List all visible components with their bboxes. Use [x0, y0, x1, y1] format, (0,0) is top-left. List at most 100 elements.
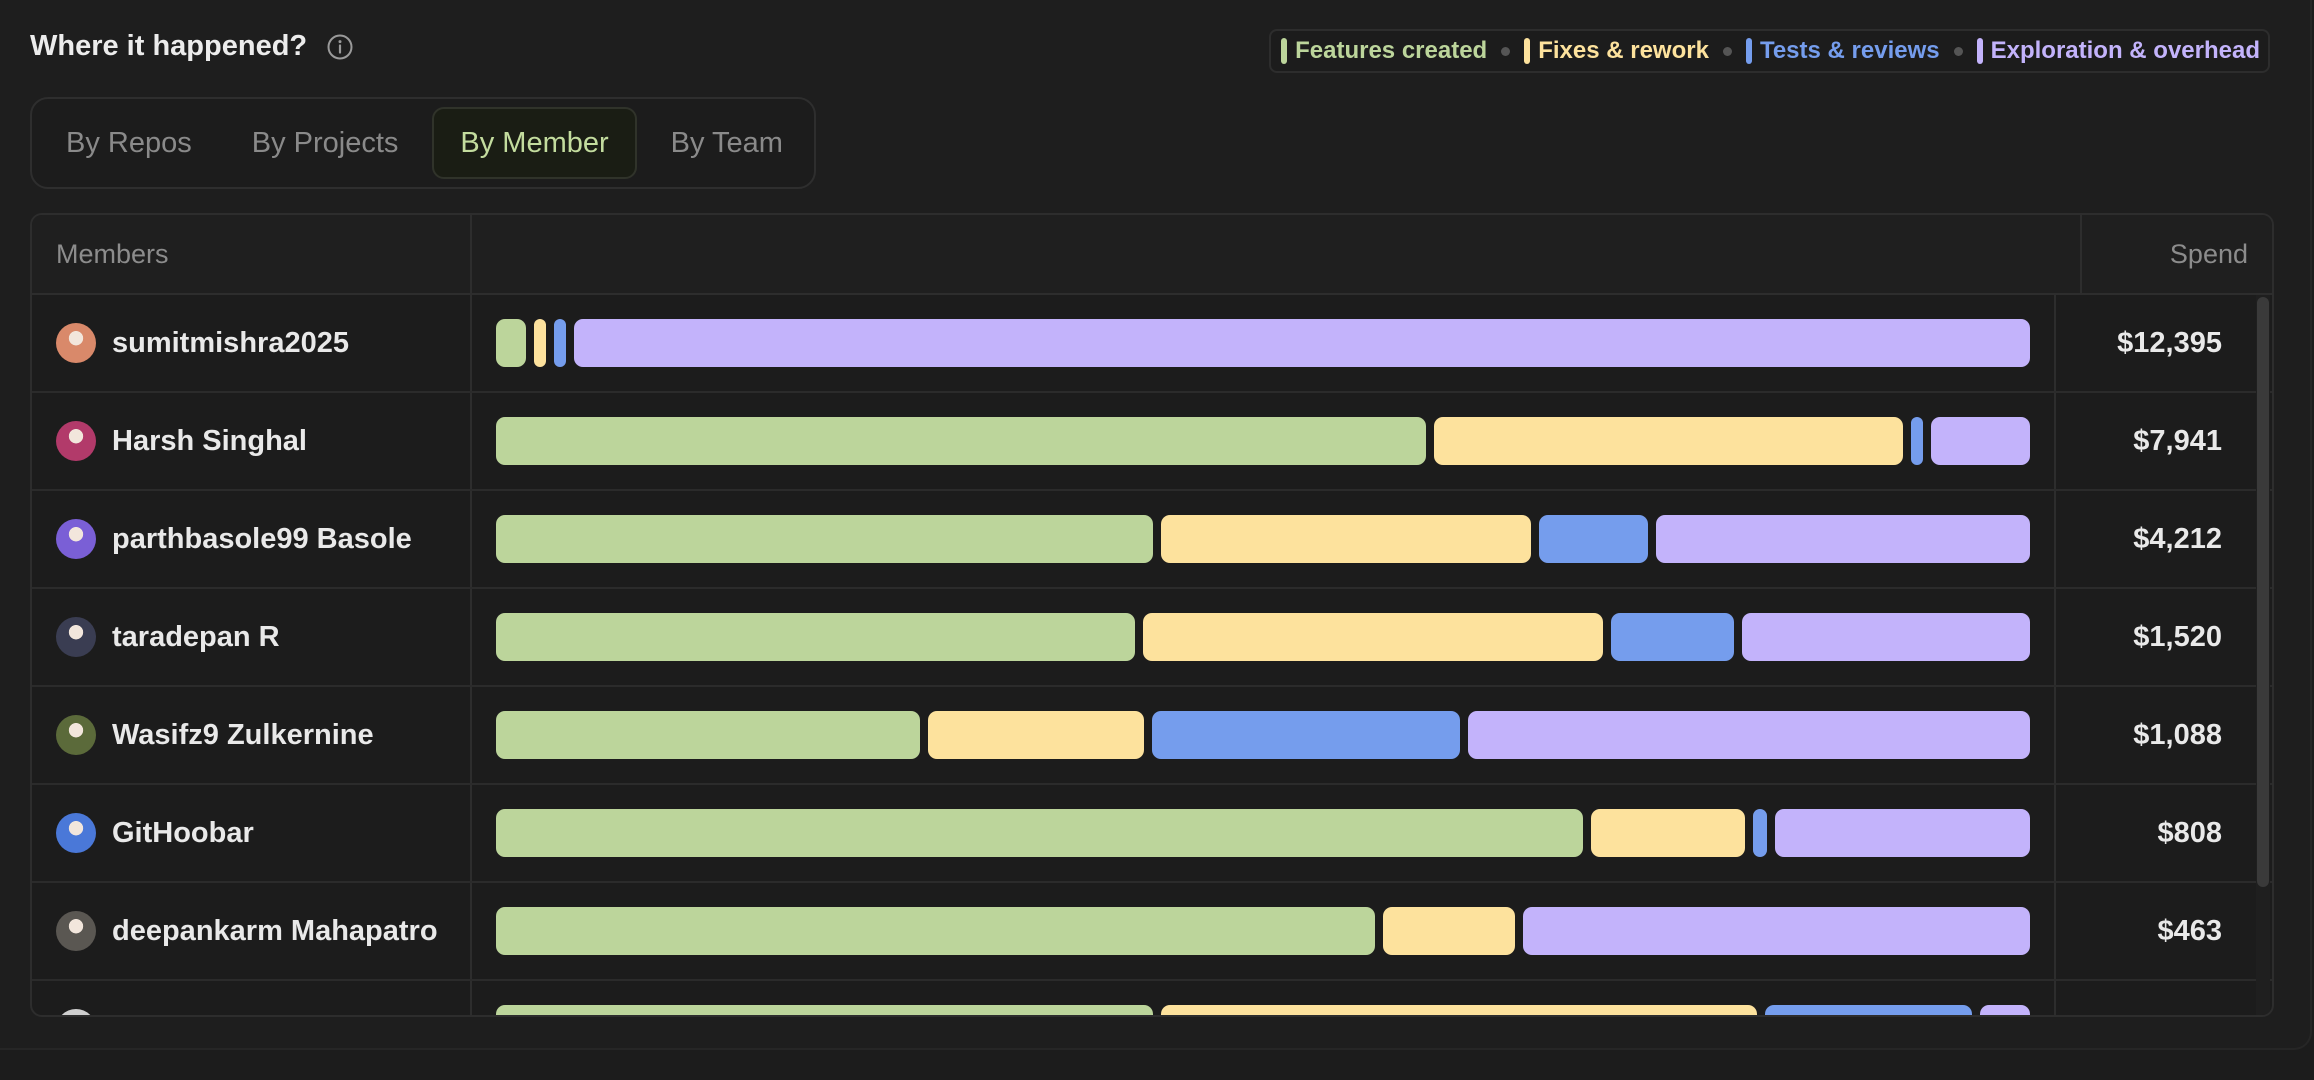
features-created-segment[interactable] — [496, 907, 1375, 955]
table-row[interactable]: sumitmishra2025 $12,395 — [32, 295, 2272, 393]
features-created-segment[interactable] — [496, 613, 1135, 661]
legend-item: Tests & reviews — [1745, 37, 1940, 65]
avatar — [56, 911, 96, 951]
table-row[interactable]: Wasifz9 Zulkernine $1,088 — [32, 687, 2272, 785]
member-cell: sumitmishra2025 — [32, 295, 472, 391]
legend-swatch — [1524, 38, 1531, 64]
member-cell: deepankarm Mahapatro — [32, 883, 472, 979]
stacked-bar — [496, 1005, 2030, 1015]
fixes-rework-segment[interactable] — [1142, 613, 1604, 661]
stacked-bar — [496, 907, 2030, 955]
fixes-rework-segment[interactable] — [928, 711, 1145, 759]
legend-separator-dot — [1501, 46, 1511, 56]
avatar — [56, 323, 96, 363]
fixes-rework-segment[interactable] — [1382, 907, 1515, 955]
table-row[interactable]: parthbasole99 Basole $4,212 — [32, 491, 2272, 589]
tests-reviews-segment[interactable] — [1753, 809, 1767, 857]
table-row[interactable]: GitHoobar $808 — [32, 785, 2272, 883]
legend-label: Fixes & rework — [1538, 37, 1709, 64]
tab-by-team[interactable]: By Team — [645, 107, 809, 179]
spend-value: $12,395 — [2117, 326, 2222, 359]
avatar — [56, 421, 96, 461]
breakdown-cell — [472, 883, 2056, 979]
exploration-overhead-segment[interactable] — [1655, 515, 2030, 563]
tab-by-repos[interactable]: By Repos — [40, 107, 218, 179]
tests-reviews-segment[interactable] — [1538, 515, 1648, 563]
breakdown-cell — [472, 785, 2056, 881]
breakdown-cell — [472, 687, 2056, 783]
member-name[interactable]: taradepan R — [112, 621, 280, 654]
member-cell: GitHoobar — [32, 785, 472, 881]
breakdown-cell — [472, 295, 2056, 391]
member-cell: taradepan R — [32, 589, 472, 685]
stacked-bar — [496, 417, 2030, 465]
legend-item: Fixes & rework — [1524, 37, 1709, 65]
spend-value: $463 — [2157, 914, 2222, 947]
tests-reviews-segment[interactable] — [1152, 711, 1461, 759]
exploration-overhead-segment[interactable] — [1774, 809, 2030, 857]
tests-reviews-segment[interactable] — [554, 319, 567, 367]
tab-by-member[interactable]: By Member — [432, 107, 637, 179]
tab-by-projects[interactable]: By Projects — [226, 107, 425, 179]
fixes-rework-segment[interactable] — [1591, 809, 1746, 857]
legend-item: Exploration & overhead — [1976, 37, 2260, 65]
member-name[interactable]: parthbasole99 Basole — [112, 523, 412, 556]
exploration-overhead-segment[interactable] — [1980, 1005, 2030, 1015]
exploration-overhead-segment[interactable] — [1522, 907, 2030, 955]
legend-separator-dot — [1722, 46, 1732, 56]
fixes-rework-segment[interactable] — [1434, 417, 1903, 465]
stacked-bar — [496, 613, 2030, 661]
table-row[interactable]: taradepan R $1,520 — [32, 589, 2272, 687]
avatar — [56, 617, 96, 657]
member-cell: parthbasole99 Basole — [32, 491, 472, 587]
spend-value: $1,088 — [2133, 718, 2222, 751]
member-name[interactable]: sumitmishra2025 — [112, 327, 349, 360]
features-created-segment[interactable] — [496, 711, 921, 759]
member-name[interactable]: GitHoobar — [112, 817, 254, 850]
stacked-bar — [496, 809, 2030, 857]
info-icon[interactable] — [325, 32, 355, 62]
member-name[interactable]: Harsh Singhal — [112, 425, 307, 458]
group-by-tabs: By Repos By Projects By Member By Team — [30, 97, 816, 189]
stacked-bar — [496, 319, 2030, 367]
legend-swatch — [1976, 38, 1983, 64]
breakdown-cell — [472, 981, 2056, 1015]
fixes-rework-segment[interactable] — [1160, 1005, 1758, 1015]
tests-reviews-segment[interactable] — [1910, 417, 1923, 465]
avatar — [56, 813, 96, 853]
fixes-rework-segment[interactable] — [1160, 515, 1531, 563]
scrollbar-thumb[interactable] — [2257, 297, 2269, 887]
exploration-overhead-segment[interactable] — [1930, 417, 2030, 465]
features-created-segment[interactable] — [496, 515, 1153, 563]
spend-value — [2056, 981, 2246, 1015]
legend-separator-dot — [1953, 46, 1963, 56]
where-it-happened-card: Where it happened? Features created Fixes… — [0, 0, 2312, 1050]
table-row[interactable]: deepankarm Mahapatro $463 — [32, 883, 2272, 981]
section-title-text: Where it happened? — [30, 30, 308, 62]
stacked-bar — [496, 711, 2031, 759]
column-header-members[interactable]: Members — [32, 215, 472, 293]
features-created-segment[interactable] — [496, 417, 1427, 465]
tests-reviews-segment[interactable] — [1765, 1005, 1973, 1015]
vertical-scrollbar[interactable] — [2256, 295, 2270, 1015]
member-name[interactable]: Wasifz9 Zulkernine — [112, 719, 374, 752]
exploration-overhead-segment[interactable] — [1468, 711, 2031, 759]
exploration-overhead-segment[interactable] — [574, 319, 2030, 367]
features-created-segment[interactable] — [496, 1005, 1153, 1015]
features-created-segment[interactable] — [496, 809, 1584, 857]
table-row[interactable]: Harsh Singhal $7,941 — [32, 393, 2272, 491]
member-name[interactable]: deepankarm Mahapatro — [112, 915, 438, 948]
member-cell: Harsh Singhal — [32, 393, 472, 489]
breakdown-cell — [472, 589, 2056, 685]
members-spend-table: Members Spend sumitmishra2025 $12,395 Hars… — [30, 213, 2274, 1017]
legend-label: Tests & reviews — [1759, 37, 1940, 64]
tests-reviews-segment[interactable] — [1611, 613, 1734, 661]
table-row[interactable] — [32, 981, 2272, 1015]
fixes-rework-segment[interactable] — [534, 319, 547, 367]
spend-value: $808 — [2157, 816, 2222, 849]
exploration-overhead-segment[interactable] — [1741, 613, 2030, 661]
features-created-segment[interactable] — [496, 319, 527, 367]
column-header-spend[interactable]: Spend — [2082, 215, 2272, 293]
spend-value: $7,941 — [2133, 424, 2222, 457]
stacked-bar — [496, 515, 2030, 563]
